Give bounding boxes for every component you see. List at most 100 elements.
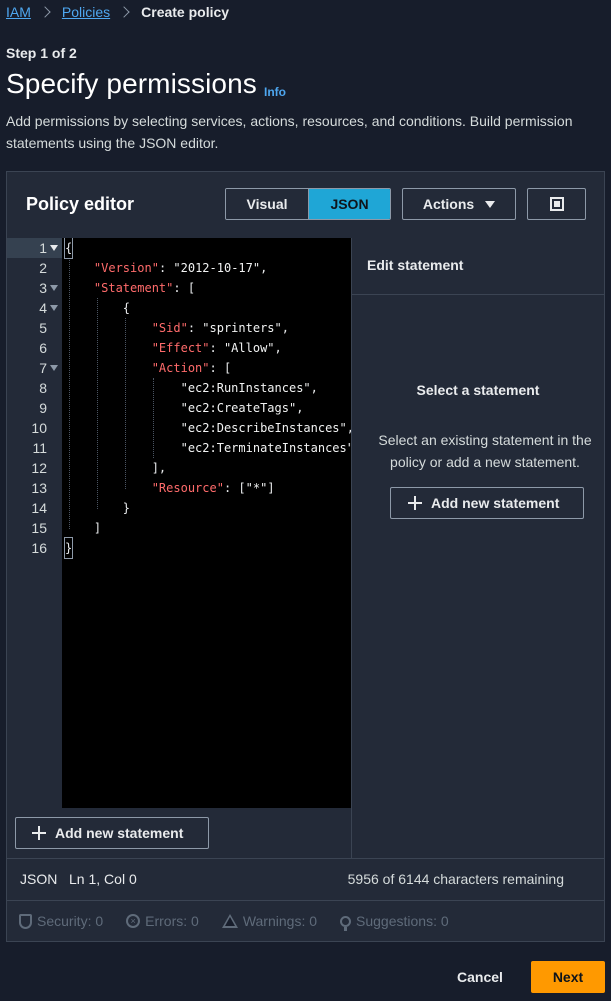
- code-indent: }: [65, 501, 131, 515]
- warnings-count[interactable]: Warnings: 0: [221, 913, 318, 929]
- code-text: }: [65, 498, 130, 518]
- code-line: 12 ],: [7, 458, 351, 478]
- json-code-editor[interactable]: 1 { 2 "Version": "2012-10-17", 3 "Statem…: [7, 238, 351, 808]
- json-key: "Resource": [151, 481, 224, 495]
- json-string: "ec2:TerminateInstances": [180, 441, 351, 455]
- policy-editor-panel: Policy editor Visual JSON Actions 1 { 2 …: [6, 171, 605, 942]
- actions-dropdown-button[interactable]: Actions: [402, 188, 516, 220]
- add-new-statement-button[interactable]: Add new statement: [15, 817, 209, 849]
- json-punct: :: [209, 341, 224, 355]
- code-line: 3 "Statement": [: [7, 278, 351, 298]
- code-text: "Version": "2012-10-17",: [65, 258, 267, 278]
- suggestions-count[interactable]: Suggestions: 0: [340, 913, 449, 931]
- line-number: 9: [39, 400, 47, 416]
- code-line: 1 {: [7, 238, 351, 259]
- caret-down-icon: [485, 200, 496, 208]
- json-punct: ]: [267, 481, 275, 495]
- line-number: 13: [31, 480, 47, 496]
- code-text: "ec2:TerminateInstances": [65, 438, 351, 458]
- fold-arrow-icon[interactable]: [50, 305, 58, 311]
- json-string: "2012-10-17": [173, 261, 261, 275]
- plus-icon: [32, 826, 46, 840]
- json-string: "ec2:RunInstances": [180, 381, 311, 395]
- code-text: "Sid": "sprinters",: [65, 318, 289, 338]
- code-text: "Effect": "Allow",: [65, 338, 282, 358]
- json-punct: : [: [223, 481, 246, 495]
- warnings-label: Warnings: 0: [242, 913, 318, 929]
- next-button[interactable]: Next: [531, 961, 605, 993]
- json-key: "Statement": [93, 281, 174, 295]
- json-punct: ,: [310, 381, 318, 395]
- json-key: "Action": [151, 361, 210, 375]
- json-string: "sprinters": [202, 321, 282, 335]
- line-number: 8: [39, 380, 47, 396]
- page-description: Add permissions by selecting services, a…: [6, 113, 573, 151]
- empty-state-title: Select a statement: [416, 382, 540, 398]
- warning-icon: [221, 914, 238, 928]
- side-add-new-statement-button[interactable]: Add new statement: [390, 487, 584, 519]
- line-number: 1: [39, 240, 47, 256]
- lightbulb-icon: [340, 915, 352, 931]
- json-key: "Version": [93, 261, 159, 275]
- policy-editor-header: Policy editor Visual JSON Actions: [7, 172, 604, 238]
- json-key: "Sid": [151, 321, 188, 335]
- breadcrumb-link-iam[interactable]: IAM: [6, 4, 31, 20]
- line-number: 12: [31, 460, 47, 476]
- code-line: 4 {: [7, 298, 351, 318]
- json-punct: ,: [260, 261, 268, 275]
- code-line: 11 "ec2:TerminateInstances": [7, 438, 351, 458]
- breadcrumb-link-policies[interactable]: Policies: [62, 4, 110, 20]
- code-line: 10 "ec2:DescribeInstances",: [7, 418, 351, 438]
- json-string: "ec2:DescribeInstances": [180, 421, 347, 435]
- line-number: 10: [31, 420, 47, 436]
- code-line: 13 "Resource": ["*"]: [7, 478, 351, 498]
- fold-arrow-icon[interactable]: [50, 285, 58, 291]
- code-line: 5 "Sid": "sprinters",: [7, 318, 351, 338]
- code-line: 7 "Action": [: [7, 358, 351, 378]
- security-count[interactable]: Security: 0: [19, 913, 103, 929]
- line-number: 16: [31, 540, 47, 556]
- code-text: "ec2:CreateTags",: [65, 398, 304, 418]
- chevron-right-icon: [39, 6, 51, 18]
- tab-json[interactable]: JSON: [309, 189, 390, 219]
- errors-count[interactable]: × Errors: 0: [126, 913, 199, 929]
- cancel-button[interactable]: Cancel: [444, 961, 516, 993]
- divider: [352, 294, 604, 295]
- chevron-right-icon: [118, 6, 130, 18]
- status-mode: JSON: [20, 871, 58, 887]
- code-text: "Resource": ["*"]: [65, 478, 275, 498]
- line-number: 7: [39, 360, 47, 376]
- code-line: 6 "Effect": "Allow",: [7, 338, 351, 358]
- line-number: 2: [39, 260, 47, 276]
- code-text: }: [63, 537, 74, 559]
- code-text: "ec2:RunInstances",: [65, 378, 318, 398]
- line-number: 14: [31, 500, 47, 516]
- step-indicator: Step 1 of 2: [6, 45, 77, 61]
- actions-button-label: Actions: [422, 196, 475, 212]
- json-string: "*": [245, 481, 268, 495]
- line-number: 11: [32, 440, 47, 456]
- code-line: 14 }: [7, 498, 351, 518]
- side-add-new-statement-label: Add new statement: [431, 495, 560, 511]
- fold-arrow-icon[interactable]: [50, 245, 58, 251]
- code-text: "Statement": [: [65, 278, 195, 298]
- fullscreen-button[interactable]: [527, 188, 586, 220]
- code-indent: {: [65, 301, 131, 315]
- edit-statement-panel: Edit statement Select a statement Select…: [351, 238, 604, 858]
- fold-arrow-icon[interactable]: [50, 365, 58, 371]
- tab-visual[interactable]: Visual: [226, 189, 309, 219]
- info-link[interactable]: Info: [264, 85, 286, 99]
- json-punct: ,: [281, 321, 289, 335]
- errors-label: Errors: 0: [145, 913, 199, 929]
- line-number: 4: [39, 300, 47, 316]
- edit-statement-title: Edit statement: [367, 257, 464, 273]
